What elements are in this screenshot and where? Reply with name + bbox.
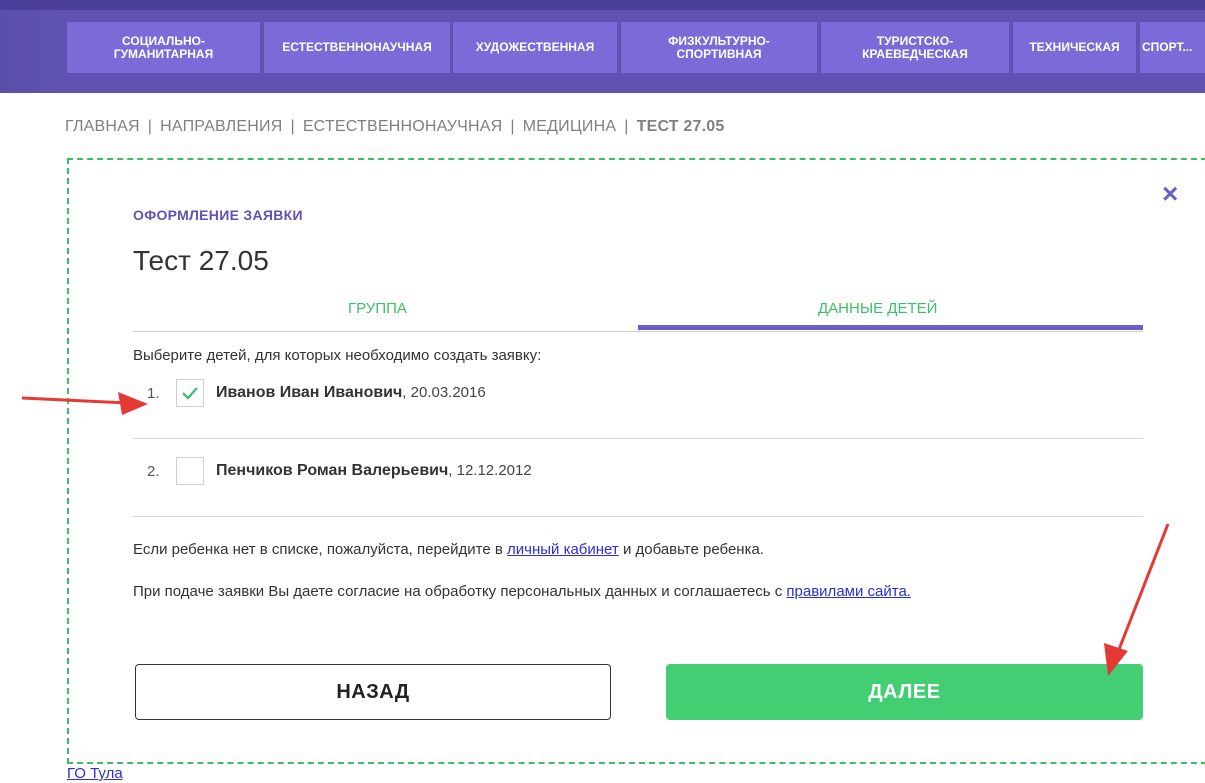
nav-item-tourism[interactable]: ТУРИСТСКО- КРАЕВЕДЧЕСКАЯ: [821, 22, 1009, 73]
child-number: 1.: [147, 385, 160, 402]
nav-item-sport-truncated[interactable]: СПОРТ...: [1140, 22, 1205, 73]
child-number: 2.: [147, 463, 160, 480]
info-text: Если ребенка нет в списке, пожалуйста, п…: [133, 541, 508, 558]
consent-info: При подаче заявки Вы даете согласие на о…: [133, 582, 1013, 602]
nav-item-social[interactable]: СОЦИАЛЬНО- ГУМАНИТАРНАЯ: [67, 22, 260, 73]
child-name-line: Иванов Иван Иванович, 20.03.2016: [216, 384, 486, 402]
checkmark-icon: [182, 387, 198, 400]
breadcrumb-separator: |: [290, 118, 295, 135]
footer-city-link[interactable]: ГО Тула: [67, 765, 123, 782]
child-name: Пенчиков Роман Валерьевич: [216, 462, 449, 479]
tab-children-data[interactable]: ДАННЫЕ ДЕТЕЙ: [818, 300, 937, 317]
personal-account-link[interactable]: личный кабинет: [507, 541, 619, 558]
breadcrumb-directions[interactable]: НАПРАВЛЕНИЯ: [160, 118, 282, 135]
child-row: 2. Пенчиков Роман Валерьевич, 12.12.2012: [133, 439, 1143, 517]
breadcrumb-medicine[interactable]: МЕДИЦИНА: [523, 118, 617, 135]
child-checkbox-checked[interactable]: [176, 379, 204, 407]
child-row: 1. Иванов Иван Иванович, 20.03.2016: [133, 361, 1143, 439]
next-button[interactable]: ДАЛЕЕ: [666, 664, 1143, 720]
breadcrumb-separator: |: [510, 118, 515, 135]
consent-text: При подаче заявки Вы даете согласие на о…: [133, 583, 787, 600]
breadcrumb: ГЛАВНАЯ | НАПРАВЛЕНИЯ | ЕСТЕСТВЕННОНАУЧНАЯ | М…: [65, 118, 724, 136]
child-name-line: Пенчиков Роман Валерьевич, 12.12.2012: [216, 462, 532, 480]
child-name: Иванов Иван Иванович: [216, 384, 403, 401]
missing-child-info: Если ребенка нет в списке, пожалуйста, п…: [133, 541, 764, 558]
nav-left-shade: [0, 10, 60, 93]
breadcrumb-current: ТЕСТ 27.05: [636, 118, 725, 135]
nav-item-sport[interactable]: ФИЗКУЛЬТУРНО- СПОРТИВНАЯ: [621, 22, 817, 73]
nav-item-technical[interactable]: ТЕХНИЧЕСКАЯ: [1013, 22, 1136, 73]
breadcrumb-home[interactable]: ГЛАВНАЯ: [65, 118, 140, 135]
site-rules-link[interactable]: правилами сайта.: [786, 583, 911, 600]
nav-item-natural-science[interactable]: ЕСТЕСТВЕННОНАУЧНАЯ: [264, 22, 450, 73]
child-birthdate: , 20.03.2016: [402, 384, 486, 401]
child-birthdate: , 12.12.2012: [448, 462, 532, 479]
active-tab-indicator: [638, 325, 1143, 330]
modal-title: Тест 27.05: [133, 245, 269, 276]
modal-tabs: ГРУППА ДАННЫЕ ДЕТЕЙ: [133, 297, 1143, 332]
modal-subtitle: ОФОРМЛЕНИЕ ЗАЯВКИ: [133, 207, 303, 223]
child-checkbox[interactable]: [176, 457, 204, 485]
breadcrumb-natural-science[interactable]: ЕСТЕСТВЕННОНАУЧНАЯ: [303, 118, 503, 135]
back-button[interactable]: НАЗАД: [135, 664, 611, 720]
nav-item-art[interactable]: ХУДОЖЕСТВЕННАЯ: [453, 22, 617, 73]
breadcrumb-separator: |: [147, 118, 153, 135]
close-icon[interactable]: ×: [1162, 180, 1178, 208]
tab-group[interactable]: ГРУППА: [348, 300, 407, 317]
breadcrumb-separator: |: [624, 118, 629, 135]
info-text: и добавьте ребенка.: [618, 541, 764, 558]
